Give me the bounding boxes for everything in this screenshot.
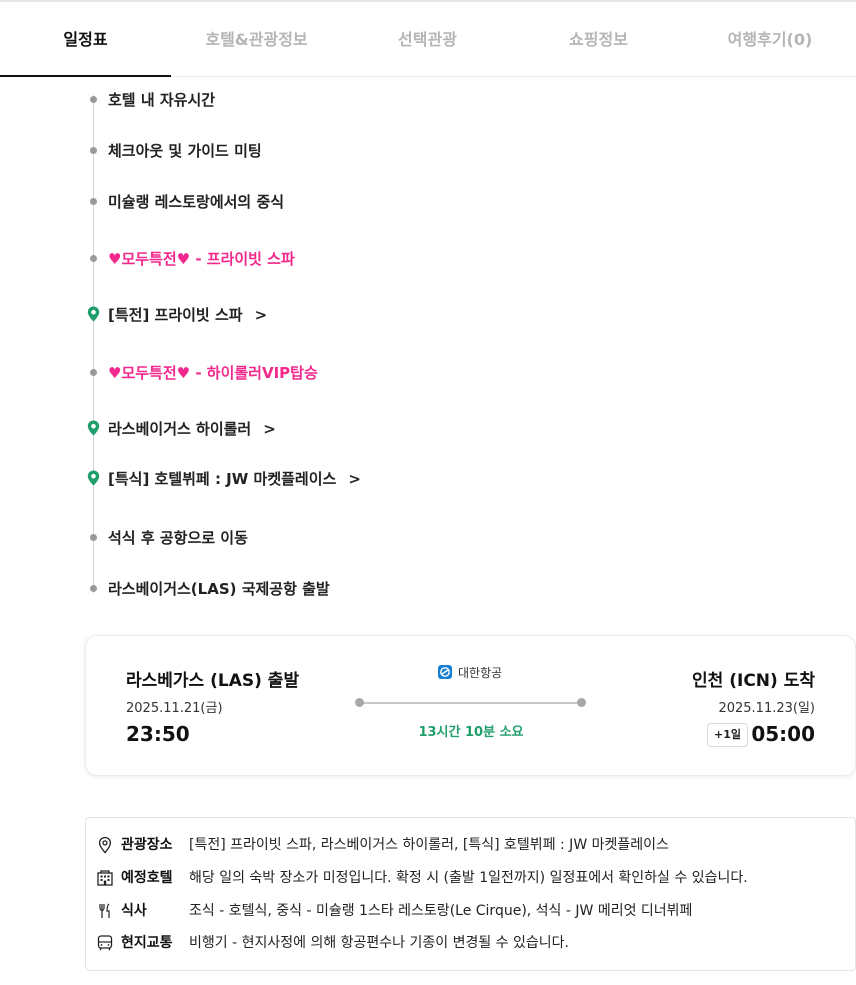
timeline-dot-icon	[90, 147, 97, 154]
timeline-dot-icon	[90, 369, 97, 376]
bus-icon	[97, 935, 113, 951]
timeline-item-special: ♥모두특전♥ - 하이롤러VIP탑승	[108, 364, 318, 382]
route-end-dot	[577, 698, 586, 707]
info-row-transport: 현지교통 비행기 - 현지사정에 의해 항공편수나 기종이 변경될 수 있습니다…	[96, 932, 836, 954]
chevron-right-icon: >	[254, 306, 268, 324]
airline-logo-icon	[438, 665, 452, 679]
timeline-item: 체크아웃 및 가이드 미팅	[108, 142, 262, 160]
arrival-date: 2025.11.23(일)	[718, 701, 815, 716]
day-offset-badge: +1일	[707, 723, 748, 747]
info-label: 현지교통	[121, 935, 173, 951]
info-value: [특전] 프라이빗 스파, 라스베이거스 하이롤러, [특식] 호텔뷔페 : J…	[189, 837, 669, 853]
airline-info: 대한항공	[438, 664, 502, 681]
arrival-time: 05:00	[751, 722, 815, 746]
chevron-right-icon: >	[348, 470, 361, 488]
info-value: 조식 - 호텔식, 중식 - 미슐랭 1스타 레스토랑(Le Cirque), …	[189, 903, 693, 919]
tab-bar: 일정표 호텔&관광정보 선택관광 쇼핑정보 여행후기(0)	[0, 0, 856, 77]
info-row-meal: 식사 조식 - 호텔식, 중식 - 미슐랭 1스타 레스토랑(Le Cirque…	[96, 900, 836, 922]
timeline-item-label: [특전] 프라이빗 스파	[108, 306, 243, 324]
info-label: 식사	[121, 903, 147, 919]
location-pin-icon	[87, 420, 100, 436]
timeline-item: 미슐랭 레스토랑에서의 중식	[108, 193, 285, 211]
timeline-item-label: 라스베이거스 하이롤러	[108, 420, 252, 438]
flight-card: 라스베가스 (LAS) 출발 2025.11.21(금) 23:50 대한항공 …	[85, 635, 856, 776]
info-row-hotel: 예정호텔 해당 일의 숙박 장소가 미정입니다. 확정 시 (출발 1일전까지)…	[96, 867, 836, 889]
timeline-dot-icon	[90, 96, 97, 103]
route-line	[359, 702, 582, 704]
location-pin-icon	[98, 836, 112, 854]
timeline-item-special: ♥모두특전♥ - 프라이빗 스파	[108, 250, 295, 268]
route-start-dot	[355, 698, 364, 707]
timeline-line	[93, 95, 94, 593]
building-icon	[97, 870, 113, 886]
tab-itinerary[interactable]: 일정표	[0, 2, 171, 78]
airline-name: 대한항공	[458, 666, 503, 680]
timeline-dot-icon	[90, 198, 97, 205]
fork-knife-icon	[99, 903, 110, 918]
departure-time: 23:50	[126, 722, 190, 746]
timeline-item: 라스베이거스(LAS) 국제공항 출발	[108, 580, 330, 598]
location-pin-icon	[87, 470, 100, 486]
tab-hotel-tour-info[interactable]: 호텔&관광정보	[171, 2, 342, 78]
flight-duration: 13시간 10분 소요	[418, 725, 524, 740]
info-value: 해당 일의 숙박 장소가 미정입니다. 확정 시 (출발 1일전까지) 일정표에…	[189, 870, 748, 886]
timeline-item-label: [특식] 호텔뷔페 : JW 마켓플레이스	[108, 470, 337, 488]
departure-date: 2025.11.21(금)	[126, 701, 223, 716]
day-info-box: 관광장소 [특전] 프라이빗 스파, 라스베이거스 하이롤러, [특식] 호텔뷔…	[85, 817, 856, 971]
tab-optional-tours[interactable]: 선택관광	[342, 2, 513, 78]
timeline-item-high-roller[interactable]: 라스베이거스 하이롤러 >	[108, 419, 276, 439]
timeline-item-hotel-buffet[interactable]: [특식] 호텔뷔페 : JW 마켓플레이스 >	[108, 469, 361, 489]
arrival-title: 인천 (ICN) 도착	[692, 671, 815, 691]
chevron-right-icon: >	[263, 420, 276, 438]
timeline-dot-icon	[90, 255, 97, 262]
timeline-item: 호텔 내 자유시간	[108, 91, 216, 109]
timeline-item: 석식 후 공항으로 이동	[108, 529, 248, 547]
info-label: 예정호텔	[121, 870, 173, 886]
tab-shopping-info[interactable]: 쇼핑정보	[513, 2, 684, 78]
location-pin-icon	[87, 306, 100, 322]
info-label: 관광장소	[121, 837, 173, 853]
tab-reviews[interactable]: 여행후기(0)	[684, 2, 856, 78]
timeline-dot-icon	[90, 585, 97, 592]
timeline-item-private-spa[interactable]: [특전] 프라이빗 스파 >	[108, 305, 267, 325]
info-row-sightseeing: 관광장소 [특전] 프라이빗 스파, 라스베이거스 하이롤러, [특식] 호텔뷔…	[96, 834, 836, 856]
info-value: 비행기 - 현지사정에 의해 항공편수나 기종이 변경될 수 있습니다.	[189, 935, 569, 951]
departure-title: 라스베가스 (LAS) 출발	[126, 671, 300, 691]
itinerary-timeline: 호텔 내 자유시간 체크아웃 및 가이드 미팅 미슐랭 레스토랑에서의 중식 ♥…	[0, 77, 856, 617]
timeline-dot-icon	[90, 534, 97, 541]
